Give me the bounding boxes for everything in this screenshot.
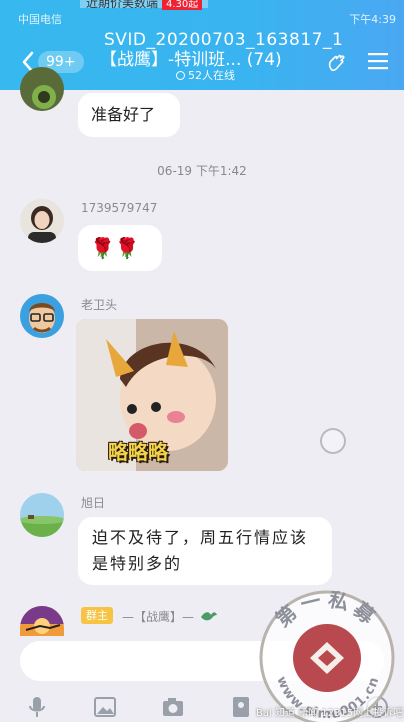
avatar[interactable]: [20, 606, 64, 636]
hand-wave-icon[interactable]: [326, 51, 348, 73]
clock: 下午4:39: [349, 13, 396, 26]
sender-name-label: —【战鹰】—: [122, 610, 195, 624]
message-timestamp: 06-19 下午1:42: [157, 164, 247, 178]
message-bubble[interactable]: 迫不及待了，周五行情应该是特别多的: [78, 517, 332, 585]
avatar-image: [20, 606, 64, 636]
eagle-icon: [200, 612, 217, 621]
image-icon[interactable]: [92, 694, 118, 720]
scroll-to-bottom-button[interactable]: [320, 428, 346, 454]
camera-icon[interactable]: [160, 694, 186, 720]
avatar[interactable]: [20, 67, 64, 111]
banner-text: 近期价美数端: [86, 0, 159, 10]
banner-tag: 4.30起: [162, 0, 203, 10]
owner-tag: 群主: [81, 607, 113, 624]
menu-icon[interactable]: [368, 52, 388, 70]
online-count: 52人在线: [176, 67, 235, 83]
sender-name: 老卫头: [81, 298, 118, 312]
carrier-label: 中国电信: [18, 13, 62, 26]
avatar-image: [20, 67, 64, 111]
message-bubble[interactable]: 🌹🌹: [78, 225, 162, 271]
sender-name: —【战鹰】—: [122, 608, 218, 625]
sticker-image[interactable]: 略略略: [76, 319, 228, 471]
message-input[interactable]: [20, 641, 384, 681]
notification-banner: 近期价美数端 4.30起: [80, 0, 209, 10]
watermark-footer: Bai 知道 新闻 12315网上投诉吧: [256, 708, 404, 719]
avatar[interactable]: [20, 294, 64, 338]
sender-name: 1739579747: [81, 201, 158, 215]
avatar-image: [20, 294, 64, 338]
sticker-caption: 略略略: [108, 440, 168, 464]
avatar-image: [20, 493, 64, 537]
red-packet-icon[interactable]: [228, 694, 254, 720]
watermark-top-text: 第一私募: [271, 587, 379, 632]
online-icon: [176, 71, 185, 80]
avatar[interactable]: [20, 199, 64, 243]
microphone-icon[interactable]: [24, 694, 50, 720]
sender-name: 旭日: [81, 496, 106, 510]
svg-text:第一私募: 第一私募: [271, 587, 384, 632]
avatar[interactable]: [20, 493, 64, 537]
message-bubble[interactable]: 准备好了: [78, 93, 180, 137]
avatar-image: [20, 199, 64, 243]
online-count-label: 52人在线: [188, 69, 235, 82]
